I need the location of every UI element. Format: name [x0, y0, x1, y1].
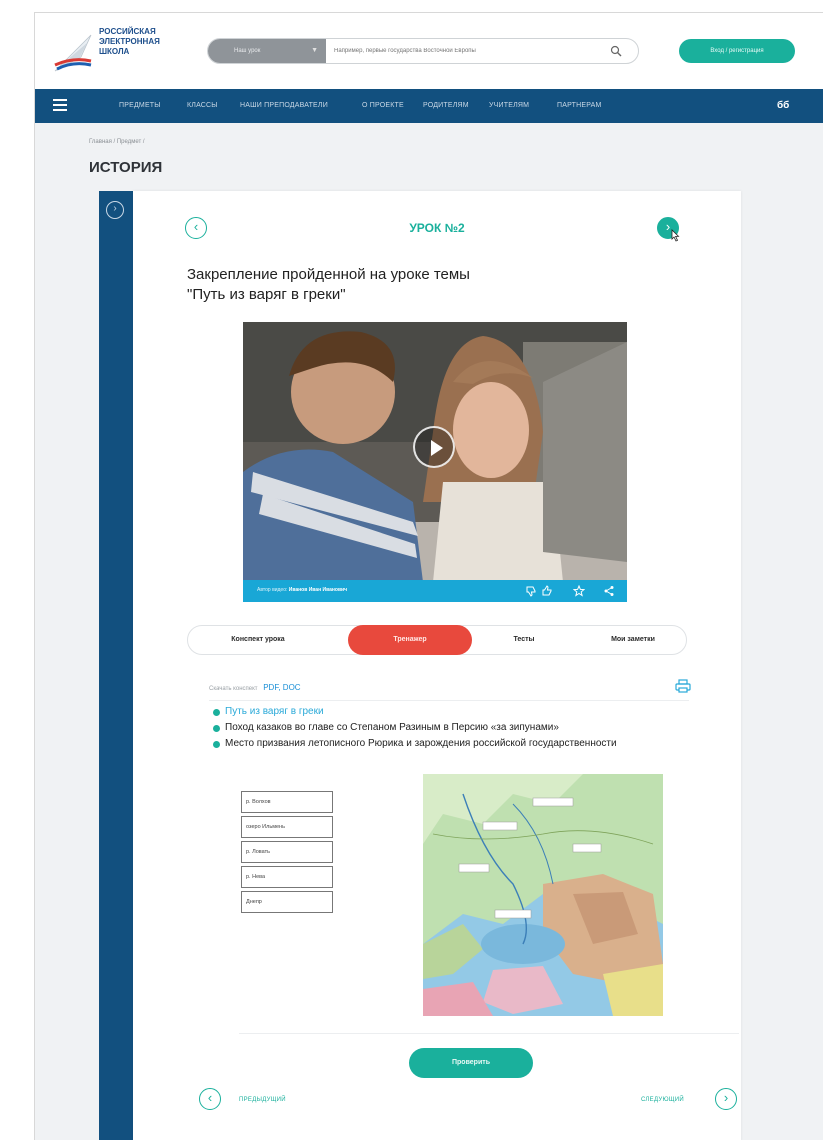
- print-icon[interactable]: [675, 679, 691, 693]
- video-author-name: Иванов Иван Иванович: [288, 587, 347, 593]
- site-header: РОССИЙСКАЯ ЭЛЕКТРОННАЯ ШКОЛА Наш урок ▼ …: [35, 13, 823, 89]
- nav-item-subjects[interactable]: ПРЕДМЕТЫ: [119, 89, 161, 123]
- logo-icon[interactable]: [51, 27, 95, 77]
- tab-notes[interactable]: Мои заметки: [580, 626, 686, 654]
- lesson-title-line: Закрепление пройденной на уроке темы: [187, 266, 470, 283]
- side-panel: ›: [99, 191, 133, 1140]
- bullet-item[interactable]: Путь из варяг в греки: [213, 706, 685, 718]
- page-title: ИСТОРИЯ: [89, 159, 163, 176]
- term-list: р. Волхов озеро Ильмень р. Ловать р. Нев…: [241, 791, 333, 916]
- nav-item-for-teachers[interactable]: УЧИТЕЛЯМ: [489, 89, 529, 123]
- draggable-term[interactable]: р. Ловать: [241, 841, 333, 863]
- video-info-bar: Автор видео: Иванов Иван Иванович: [243, 580, 627, 602]
- share-icon[interactable]: [603, 585, 615, 597]
- login-button[interactable]: Вход / регистрация: [679, 39, 795, 63]
- nav-item-classes[interactable]: КЛАССЫ: [187, 89, 218, 123]
- logo-line: ЭЛЕКТРОННАЯ: [99, 37, 160, 46]
- lesson-title: Закрепление пройденной на уроке темы "Пу…: [187, 265, 627, 305]
- download-pdf-link[interactable]: PDF: [263, 683, 278, 692]
- lesson-card: ‹ УРОК №2 › Закрепление пройденной на ур…: [133, 191, 741, 1140]
- logo-line: РОССИЙСКАЯ: [99, 27, 156, 36]
- draggable-term[interactable]: Днепр: [241, 891, 333, 913]
- browser-page: РОССИЙСКАЯ ЭЛЕКТРОННАЯ ШКОЛА Наш урок ▼ …: [34, 12, 823, 1140]
- play-button[interactable]: [413, 426, 455, 468]
- video-player[interactable]: Автор видео: Иванов Иван Иванович: [243, 322, 627, 602]
- download-summary: Скачать конспект PDF, DOC: [209, 683, 301, 692]
- search-icon[interactable]: [610, 45, 622, 57]
- tab-trainer[interactable]: Тренажер: [348, 625, 472, 655]
- bullet-item: Место призвания летописного Рюрика и зар…: [213, 738, 645, 750]
- nav-item-about[interactable]: О ПРОЕКТЕ: [362, 89, 404, 123]
- dislike-icon[interactable]: [525, 585, 537, 597]
- check-button[interactable]: Проверить: [409, 1048, 533, 1078]
- star-icon[interactable]: [573, 585, 585, 597]
- draggable-term[interactable]: р. Волхов: [241, 791, 333, 813]
- prev-button[interactable]: ПРЕДЫДУЩИЙ: [239, 1097, 286, 1103]
- search-input[interactable]: [334, 39, 594, 63]
- chevron-down-icon: ▼: [311, 47, 318, 54]
- nav-item-parents[interactable]: РОДИТЕЛЯМ: [423, 89, 469, 123]
- history-map[interactable]: [423, 774, 663, 1016]
- lesson-number: УРОК №2: [409, 221, 465, 235]
- draggable-term[interactable]: озеро Ильмень: [241, 816, 333, 838]
- logo-line: ШКОЛА: [99, 47, 130, 56]
- main-nav: ПРЕДМЕТЫ КЛАССЫ НАШИ ПРЕПОДАВАТЕЛИ О ПРО…: [35, 89, 823, 123]
- lesson-tabs: Конспект урока Тренажер Тесты Мои заметк…: [187, 625, 687, 655]
- next-button[interactable]: СЛЕДУЮЩИЙ: [641, 1097, 684, 1103]
- nav-item-teachers[interactable]: НАШИ ПРЕПОДАВАТЕЛИ: [240, 89, 328, 123]
- cursor-icon: [671, 229, 680, 242]
- side-panel-toggle-icon[interactable]: ›: [106, 201, 124, 219]
- divider: [209, 700, 689, 701]
- video-author: Автор видео: Иванов Иван Иванович: [257, 587, 347, 593]
- nav-item-partners[interactable]: ПАРТНЕРАМ: [557, 89, 602, 123]
- search-category-select[interactable]: Наш урок ▼: [208, 39, 326, 63]
- next-page-icon[interactable]: ›: [715, 1088, 737, 1110]
- tab-summary[interactable]: Конспект урока: [198, 626, 318, 654]
- video-author-label: Автор видео:: [257, 587, 288, 593]
- draggable-term[interactable]: р. Нева: [241, 866, 333, 888]
- like-icon[interactable]: [541, 585, 553, 597]
- download-label: Скачать конспект: [209, 686, 258, 692]
- glasses-icon[interactable]: бб: [777, 100, 789, 111]
- logo-text[interactable]: РОССИЙСКАЯ ЭЛЕКТРОННАЯ ШКОЛА: [99, 27, 179, 57]
- search-bar: Наш урок ▼: [207, 38, 639, 64]
- lesson-title-line: "Путь из варяг в греки": [187, 286, 346, 303]
- download-doc-link[interactable]: DOC: [283, 683, 301, 692]
- bullet-item: Поход казаков во главе со Степаном Разин…: [213, 722, 685, 734]
- menu-icon[interactable]: [53, 99, 67, 111]
- breadcrumb[interactable]: Главная / Предмет /: [89, 139, 145, 145]
- tab-tests[interactable]: Тесты: [474, 626, 574, 654]
- divider: [239, 1033, 739, 1034]
- search-category-label: Наш урок: [234, 48, 261, 54]
- map-image: [423, 774, 663, 1016]
- prev-page-icon[interactable]: ‹: [199, 1088, 221, 1110]
